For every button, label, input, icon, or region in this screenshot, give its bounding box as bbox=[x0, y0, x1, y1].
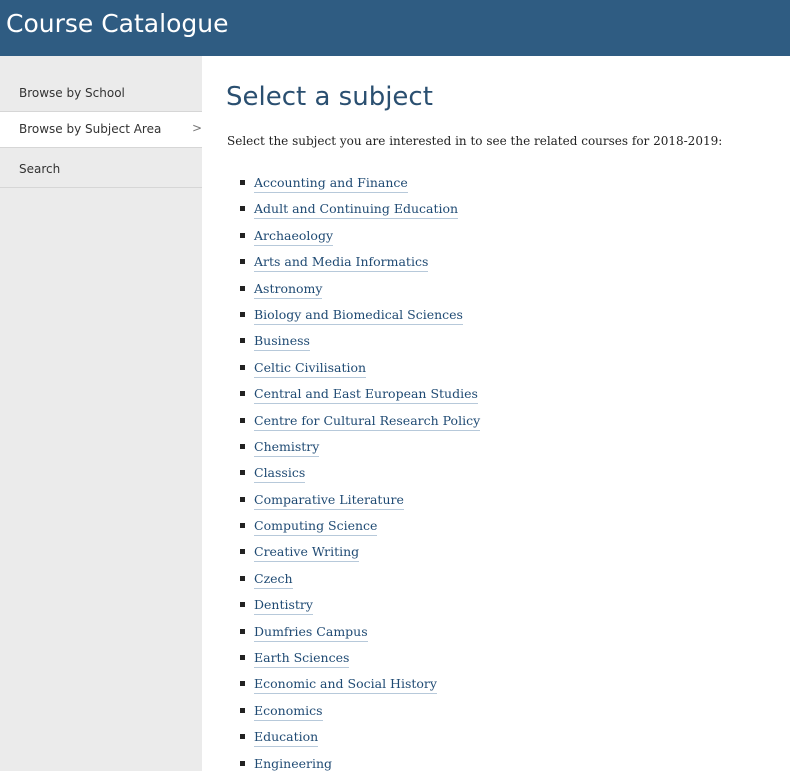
bullet-icon bbox=[240, 232, 245, 238]
list-item: Engineering bbox=[240, 753, 480, 771]
subject-link[interactable]: Computing Science bbox=[254, 518, 378, 537]
page-title: Select a subject bbox=[226, 82, 433, 112]
list-item: Accounting and Finance bbox=[240, 172, 480, 198]
subject-link[interactable]: Economics bbox=[254, 702, 323, 721]
list-item: Dumfries Campus bbox=[240, 621, 480, 647]
bullet-icon bbox=[240, 443, 245, 449]
bullet-icon bbox=[240, 681, 245, 687]
subject-link[interactable]: Biology and Biomedical Sciences bbox=[254, 306, 463, 325]
list-item: Computing Science bbox=[240, 515, 480, 541]
list-item: Biology and Biomedical Sciences bbox=[240, 304, 480, 330]
list-item: Creative Writing bbox=[240, 541, 480, 567]
subject-link[interactable]: Economic and Social History bbox=[254, 676, 437, 695]
list-item: Astronomy bbox=[240, 278, 480, 304]
list-item: Chemistry bbox=[240, 436, 480, 462]
subject-link[interactable]: Czech bbox=[254, 570, 293, 589]
subject-list: Accounting and Finance Adult and Continui… bbox=[240, 172, 481, 771]
subject-link[interactable]: Chemistry bbox=[254, 438, 320, 457]
bullet-icon bbox=[240, 575, 245, 581]
bullet-icon bbox=[240, 259, 245, 265]
list-item: Economic and Social History bbox=[240, 673, 480, 699]
list-item: Dentistry bbox=[240, 594, 480, 620]
subject-link[interactable]: Comparative Literature bbox=[254, 491, 404, 510]
bullet-icon bbox=[240, 523, 245, 529]
subject-link[interactable]: Business bbox=[254, 333, 310, 352]
list-item: Comparative Literature bbox=[240, 489, 480, 515]
list-item: Adult and Continuing Education bbox=[240, 198, 480, 224]
subject-link[interactable]: Adult and Continuing Education bbox=[254, 201, 459, 220]
sidebar-item-browse-by-subject-area[interactable]: Browse by Subject Area > bbox=[0, 112, 202, 148]
sidebar-item-label: Browse by School bbox=[19, 86, 125, 100]
subject-link[interactable]: Archaeology bbox=[254, 227, 334, 246]
bullet-icon bbox=[240, 628, 245, 634]
bullet-icon bbox=[240, 655, 245, 661]
subject-link[interactable]: Astronomy bbox=[254, 280, 323, 299]
subject-link[interactable]: Arts and Media Informatics bbox=[254, 254, 429, 273]
list-item: Archaeology bbox=[240, 225, 480, 251]
bullet-icon bbox=[240, 206, 245, 212]
list-item: Business bbox=[240, 330, 480, 356]
bullet-icon bbox=[240, 285, 245, 291]
site-header: Course Catalogue bbox=[0, 0, 790, 56]
list-item: Czech bbox=[240, 568, 480, 594]
bullet-icon bbox=[240, 602, 245, 608]
site-title[interactable]: Course Catalogue bbox=[6, 9, 228, 38]
subject-link[interactable]: Creative Writing bbox=[254, 544, 360, 563]
bullet-icon bbox=[240, 549, 245, 555]
list-item: Education bbox=[240, 726, 480, 752]
sidebar-item-search[interactable]: Search bbox=[0, 152, 202, 188]
subject-link[interactable]: Central and East European Studies bbox=[254, 386, 478, 405]
list-item: Classics bbox=[240, 462, 480, 488]
sidebar-item-label: Search bbox=[19, 162, 61, 176]
bullet-icon bbox=[240, 311, 245, 317]
bullet-icon bbox=[240, 391, 245, 397]
bullet-icon bbox=[240, 180, 245, 185]
subject-link[interactable]: Earth Sciences bbox=[254, 650, 350, 669]
bullet-icon bbox=[240, 496, 245, 502]
list-item: Economics bbox=[240, 700, 480, 726]
bullet-icon bbox=[240, 364, 245, 370]
bullet-icon bbox=[240, 760, 245, 766]
sidebar-item-label: Browse by Subject Area bbox=[19, 122, 162, 136]
subject-link[interactable]: Education bbox=[254, 729, 319, 748]
sidebar-item-browse-by-school[interactable]: Browse by School bbox=[0, 76, 202, 112]
bullet-icon bbox=[240, 417, 245, 423]
sidebar: Browse by School Browse by Subject Area … bbox=[0, 56, 202, 771]
list-item: Earth Sciences bbox=[240, 647, 480, 673]
subject-link[interactable]: Dentistry bbox=[254, 597, 313, 616]
subject-link[interactable]: Classics bbox=[254, 465, 306, 484]
bullet-icon bbox=[240, 707, 245, 713]
bullet-icon bbox=[240, 734, 245, 740]
subject-link[interactable]: Celtic Civilisation bbox=[254, 359, 367, 378]
list-item: Celtic Civilisation bbox=[240, 357, 480, 383]
subject-link[interactable]: Engineering bbox=[254, 755, 333, 771]
list-item: Centre for Cultural Research Policy bbox=[240, 410, 481, 436]
chevron-right-icon: > bbox=[192, 121, 203, 135]
subject-link[interactable]: Dumfries Campus bbox=[254, 623, 368, 642]
subject-link[interactable]: Centre for Cultural Research Policy bbox=[254, 412, 481, 431]
subject-link[interactable]: Accounting and Finance bbox=[254, 175, 408, 193]
intro-text: Select the subject you are interested in… bbox=[227, 134, 723, 148]
bullet-icon bbox=[240, 470, 245, 476]
list-item: Central and East European Studies bbox=[240, 383, 480, 409]
list-item: Arts and Media Informatics bbox=[240, 251, 480, 277]
bullet-icon bbox=[240, 338, 245, 344]
